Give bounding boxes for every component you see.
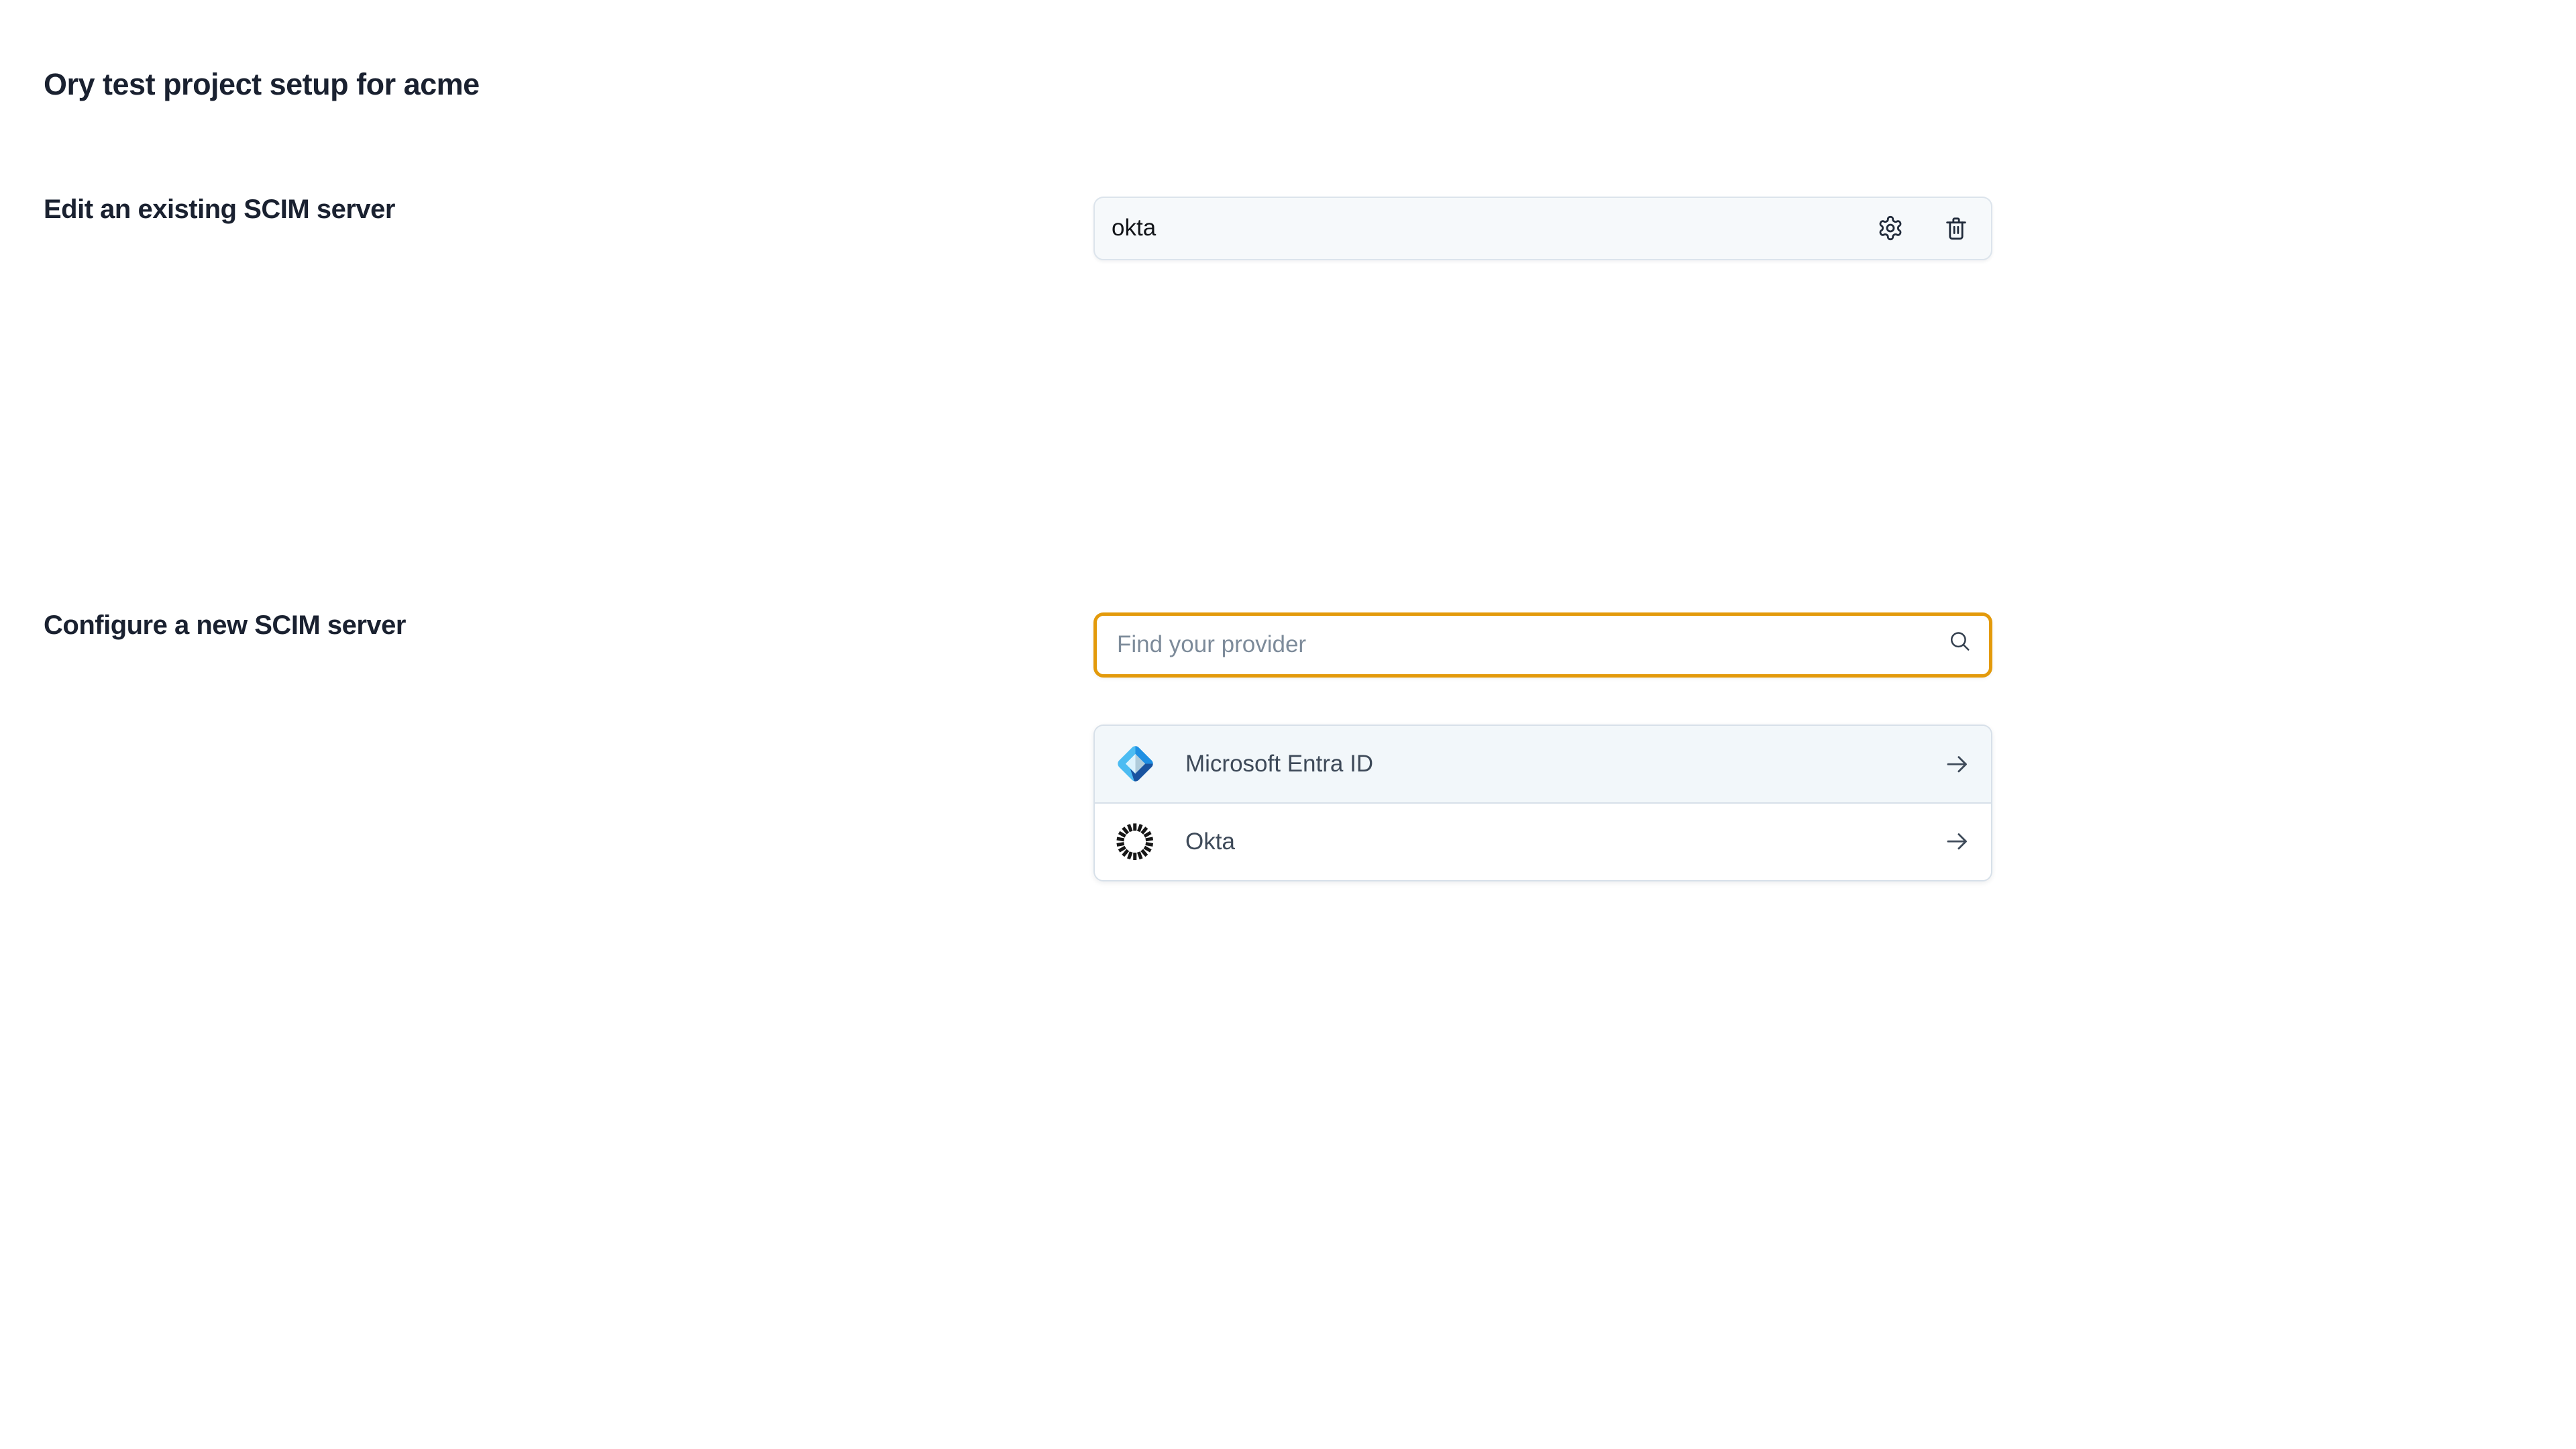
server-delete-button[interactable]: [1943, 215, 1970, 241]
provider-list: Microsoft Entra ID: [1093, 724, 1992, 881]
microsoft-entra-id-logo-icon: [1114, 742, 1157, 786]
gear-icon: [1877, 215, 1904, 241]
server-actions: [1877, 215, 1970, 241]
page: Ory test project setup for acme Edit an …: [0, 0, 2576, 1449]
existing-server-card: okta: [1093, 197, 1992, 260]
provider-label: Okta: [1185, 828, 1235, 855]
server-settings-button[interactable]: [1877, 215, 1904, 241]
provider-row-microsoft-entra-id[interactable]: Microsoft Entra ID: [1095, 726, 1991, 802]
configure-section-heading: Configure a new SCIM server: [44, 610, 406, 641]
edit-section-heading: Edit an existing SCIM server: [44, 195, 395, 225]
trash-icon: [1943, 215, 1970, 241]
server-name: okta: [1112, 215, 1156, 241]
search-icon: [1947, 629, 1973, 661]
page-title: Ory test project setup for acme: [44, 67, 480, 102]
provider-row-okta[interactable]: Okta: [1095, 802, 1991, 880]
arrow-right-icon: [1943, 827, 1972, 856]
okta-logo-icon: [1114, 820, 1157, 863]
provider-label: Microsoft Entra ID: [1185, 751, 1373, 777]
arrow-right-icon: [1943, 750, 1972, 779]
provider-search-input[interactable]: [1093, 612, 1992, 678]
provider-search: [1093, 612, 1992, 678]
